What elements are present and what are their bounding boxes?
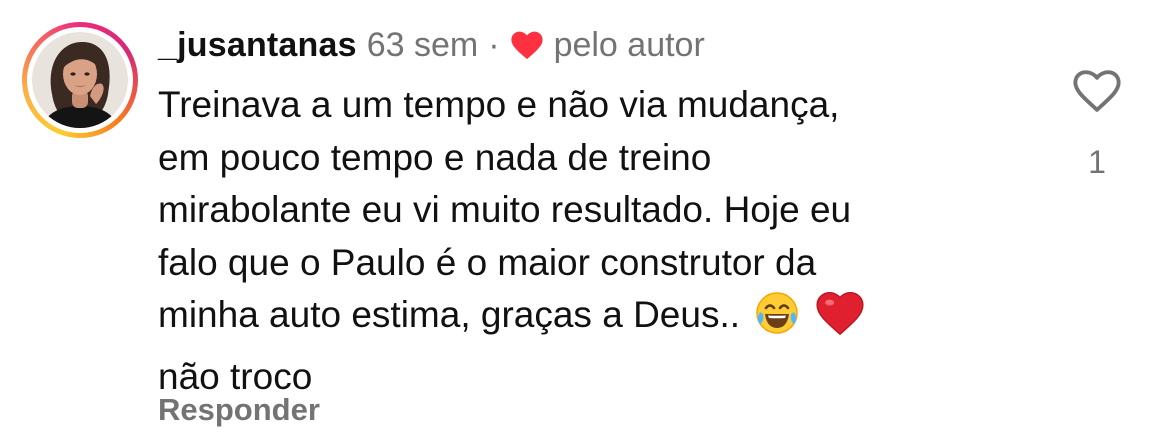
author-badge: pelo autor xyxy=(553,26,705,64)
comment-line: mirabolante eu vi muito resultado. Hoje … xyxy=(158,189,852,230)
separator-dot: · xyxy=(488,26,500,64)
avatar xyxy=(32,32,128,128)
reply-button[interactable]: Responder xyxy=(158,388,320,432)
comment-line-with-emoji: minha auto estima, graças a Deus.. xyxy=(158,289,1018,351)
heart-outline-icon[interactable] xyxy=(1071,68,1123,114)
red-heart-emoji-icon xyxy=(815,290,865,351)
comment-header: _jusantanas 63 sem · pelo autor xyxy=(158,20,705,70)
heart-icon xyxy=(510,30,544,60)
comment-line: em pouco tempo e nada de treino xyxy=(158,136,712,178)
comment-line: falo que o Paulo é o maior construtor da xyxy=(158,241,817,283)
avatar-ring-gap xyxy=(27,27,133,133)
comment-text: Treinava a um tempo e não via mudança, e… xyxy=(158,79,1018,403)
comment-line: Treinava a um tempo e não via mudança, xyxy=(158,84,840,125)
username-link[interactable]: _jusantanas xyxy=(158,20,357,70)
like-count[interactable]: 1 xyxy=(1080,140,1114,184)
laughing-tears-emoji-icon xyxy=(754,290,800,351)
comment-line: minha auto estima, graças a Deus.. xyxy=(158,294,741,335)
avatar-story-ring[interactable] xyxy=(22,22,138,138)
comment-timestamp[interactable]: 63 sem xyxy=(367,20,479,70)
